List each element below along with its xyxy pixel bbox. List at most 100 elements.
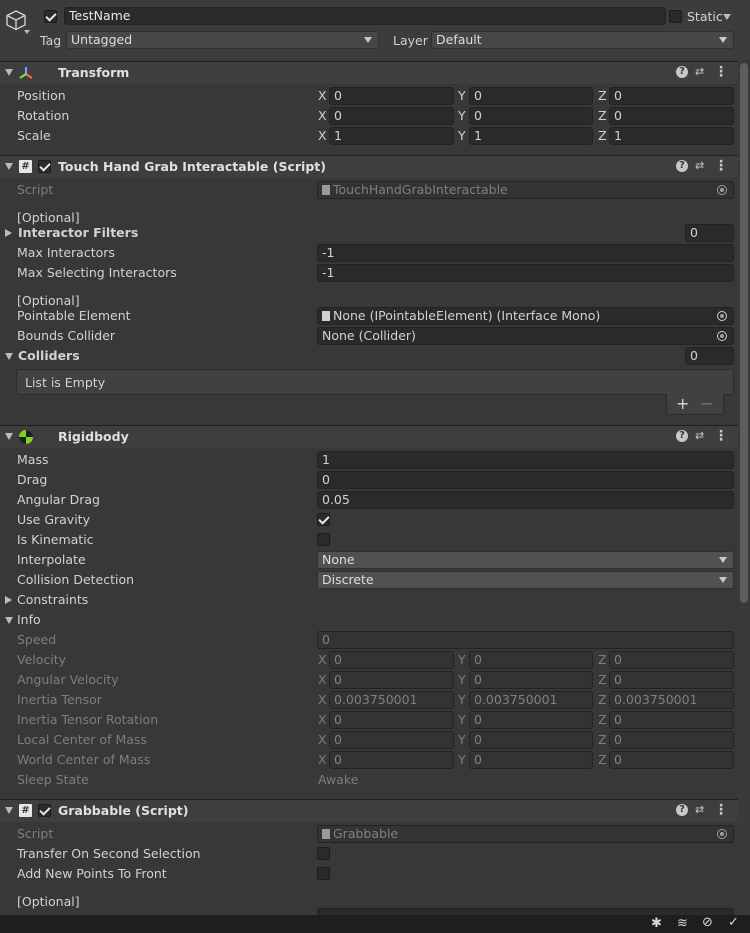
colliders-count[interactable]: 0	[685, 347, 734, 365]
enabled-checkbox[interactable]	[38, 804, 51, 817]
inertia-tensor-z: 0.003750001	[609, 691, 734, 709]
scale-y[interactable]: 1	[469, 127, 593, 145]
object-picker-icon	[717, 185, 727, 195]
grabbable-script-field: Grabbable	[317, 825, 734, 843]
help-icon[interactable]: ?	[676, 160, 688, 172]
script-icon: #	[19, 160, 32, 173]
visibility-icon[interactable]: ⊘	[702, 915, 713, 930]
interpolate-dropdown[interactable]: None	[317, 551, 734, 569]
mass-field[interactable]: 1	[317, 451, 734, 469]
help-icon[interactable]: ?	[676, 66, 688, 78]
drag-field[interactable]: 0	[317, 471, 734, 489]
active-checkbox[interactable]	[44, 10, 57, 23]
static-dropdown-arrow[interactable]	[723, 14, 731, 20]
scrollbar-thumb[interactable]	[740, 63, 748, 603]
mass-row: Mass 1	[0, 450, 738, 470]
enabled-checkbox[interactable]	[38, 160, 51, 173]
touch-hand-grab-header[interactable]: # Touch Hand Grab Interactable (Script) …	[0, 155, 738, 178]
interpolate-row: Interpolate None	[0, 550, 738, 570]
use-gravity-checkbox[interactable]	[317, 513, 330, 526]
object-picker-icon	[717, 829, 727, 839]
angular-drag-row: Angular Drag 0.05	[0, 490, 738, 510]
static-checkbox[interactable]	[669, 10, 682, 23]
help-icon[interactable]: ?	[676, 804, 688, 816]
transform-icon	[19, 67, 33, 79]
transform-title: Transform	[58, 65, 130, 80]
tag-label: Tag	[40, 33, 62, 48]
gameobject-header: TestName Static Tag Untagged Layer Defau…	[0, 0, 750, 60]
max-interactors-field[interactable]: -1	[317, 244, 734, 262]
scale-z[interactable]: 1	[609, 127, 734, 145]
collision-detection-dropdown[interactable]: Discrete	[317, 571, 734, 589]
is-kinematic-checkbox[interactable]	[317, 533, 330, 546]
use-gravity-row: Use Gravity	[0, 510, 738, 530]
touch-title: Touch Hand Grab Interactable (Script)	[58, 159, 326, 174]
transform-header[interactable]: Transform ? ⇄ ⋮	[0, 61, 738, 84]
add-button[interactable]: +	[676, 394, 689, 413]
chevron-down-icon[interactable]	[24, 30, 30, 34]
rigidbody-header[interactable]: Rigidbody ? ⇄ ⋮	[0, 425, 738, 448]
menu-icon[interactable]: ⋮	[714, 803, 728, 817]
pointable-element-field[interactable]: None (IPointableElement) (Interface Mono…	[317, 307, 734, 325]
local-center-of-mass-row: Local Center of Mass X0 Y0 Z0	[0, 730, 738, 750]
help-icon[interactable]: ?	[676, 430, 688, 442]
colliders-list: List is Empty	[16, 369, 734, 395]
foldout-arrow[interactable]	[5, 617, 13, 624]
add-front-checkbox[interactable]	[317, 867, 330, 880]
script-icon: #	[19, 804, 32, 817]
foldout-arrow[interactable]	[5, 353, 13, 360]
layers-icon[interactable]: ≋	[677, 916, 688, 931]
grabbable-header[interactable]: # Grabbable (Script) ? ⇄ ⋮	[0, 799, 738, 822]
list-footer: + −	[666, 394, 724, 415]
grabbable-script-row: Script Grabbable	[0, 824, 738, 844]
rotation-x[interactable]: 0	[329, 107, 454, 125]
bug-icon[interactable]: ✱	[651, 916, 662, 931]
interactor-filters-row[interactable]: Interactor Filters 0	[0, 223, 738, 243]
scrollbar-track[interactable]	[738, 61, 750, 916]
rotation-z[interactable]: 0	[609, 107, 734, 125]
foldout-arrow[interactable]	[5, 69, 13, 76]
position-z[interactable]: 0	[609, 87, 734, 105]
preset-icon[interactable]: ⇄	[695, 430, 707, 442]
speed-field: 0	[317, 631, 734, 649]
list-empty-label: List is Empty	[25, 375, 106, 390]
local-com-y: 0	[469, 731, 593, 749]
menu-icon[interactable]: ⋮	[714, 65, 728, 79]
preset-icon[interactable]: ⇄	[695, 66, 707, 78]
transfer-checkbox[interactable]	[317, 847, 330, 860]
preset-icon[interactable]: ⇄	[695, 804, 707, 816]
world-center-of-mass-row: World Center of Mass X0 Y0 Z0	[0, 750, 738, 770]
info-row[interactable]: Info	[0, 610, 738, 630]
preset-icon[interactable]: ⇄	[695, 160, 707, 172]
scale-x[interactable]: 1	[329, 127, 454, 145]
velocity-y: 0	[469, 651, 593, 669]
static-label: Static	[687, 9, 723, 24]
foldout-arrow[interactable]	[5, 433, 13, 440]
position-y[interactable]: 0	[469, 87, 593, 105]
angular-drag-field[interactable]: 0.05	[317, 491, 734, 509]
interactor-filters-count[interactable]: 0	[685, 224, 734, 242]
menu-icon[interactable]: ⋮	[714, 429, 728, 443]
foldout-arrow[interactable]	[5, 163, 13, 170]
check-circle-icon[interactable]: ✓	[728, 915, 739, 930]
foldout-right-arrow[interactable]	[5, 229, 12, 237]
world-com-z: 0	[609, 751, 734, 769]
menu-icon[interactable]: ⋮	[714, 159, 728, 173]
constraints-row[interactable]: Constraints	[0, 590, 738, 610]
object-picker-icon[interactable]	[717, 331, 727, 341]
remove-button[interactable]: −	[700, 394, 713, 413]
colliders-row[interactable]: Colliders 0	[0, 346, 738, 366]
layer-dropdown[interactable]: Default	[431, 31, 734, 49]
angular-velocity-row: Angular Velocity X0 Y0 Z0	[0, 670, 738, 690]
position-x[interactable]: 0	[329, 87, 454, 105]
bounds-collider-field[interactable]: None (Collider)	[317, 327, 734, 345]
rotation-y[interactable]: 0	[469, 107, 593, 125]
name-field[interactable]: TestName	[64, 7, 666, 25]
foldout-right-arrow[interactable]	[5, 596, 12, 604]
max-selecting-field[interactable]: -1	[317, 264, 734, 282]
object-picker-icon[interactable]	[717, 311, 727, 321]
pointable-element-row: Pointable Element None (IPointableElemen…	[0, 306, 738, 326]
position-row: Position X0 Y0 Z0	[0, 86, 738, 106]
tag-dropdown[interactable]: Untagged	[66, 31, 379, 49]
foldout-arrow[interactable]	[5, 807, 13, 814]
